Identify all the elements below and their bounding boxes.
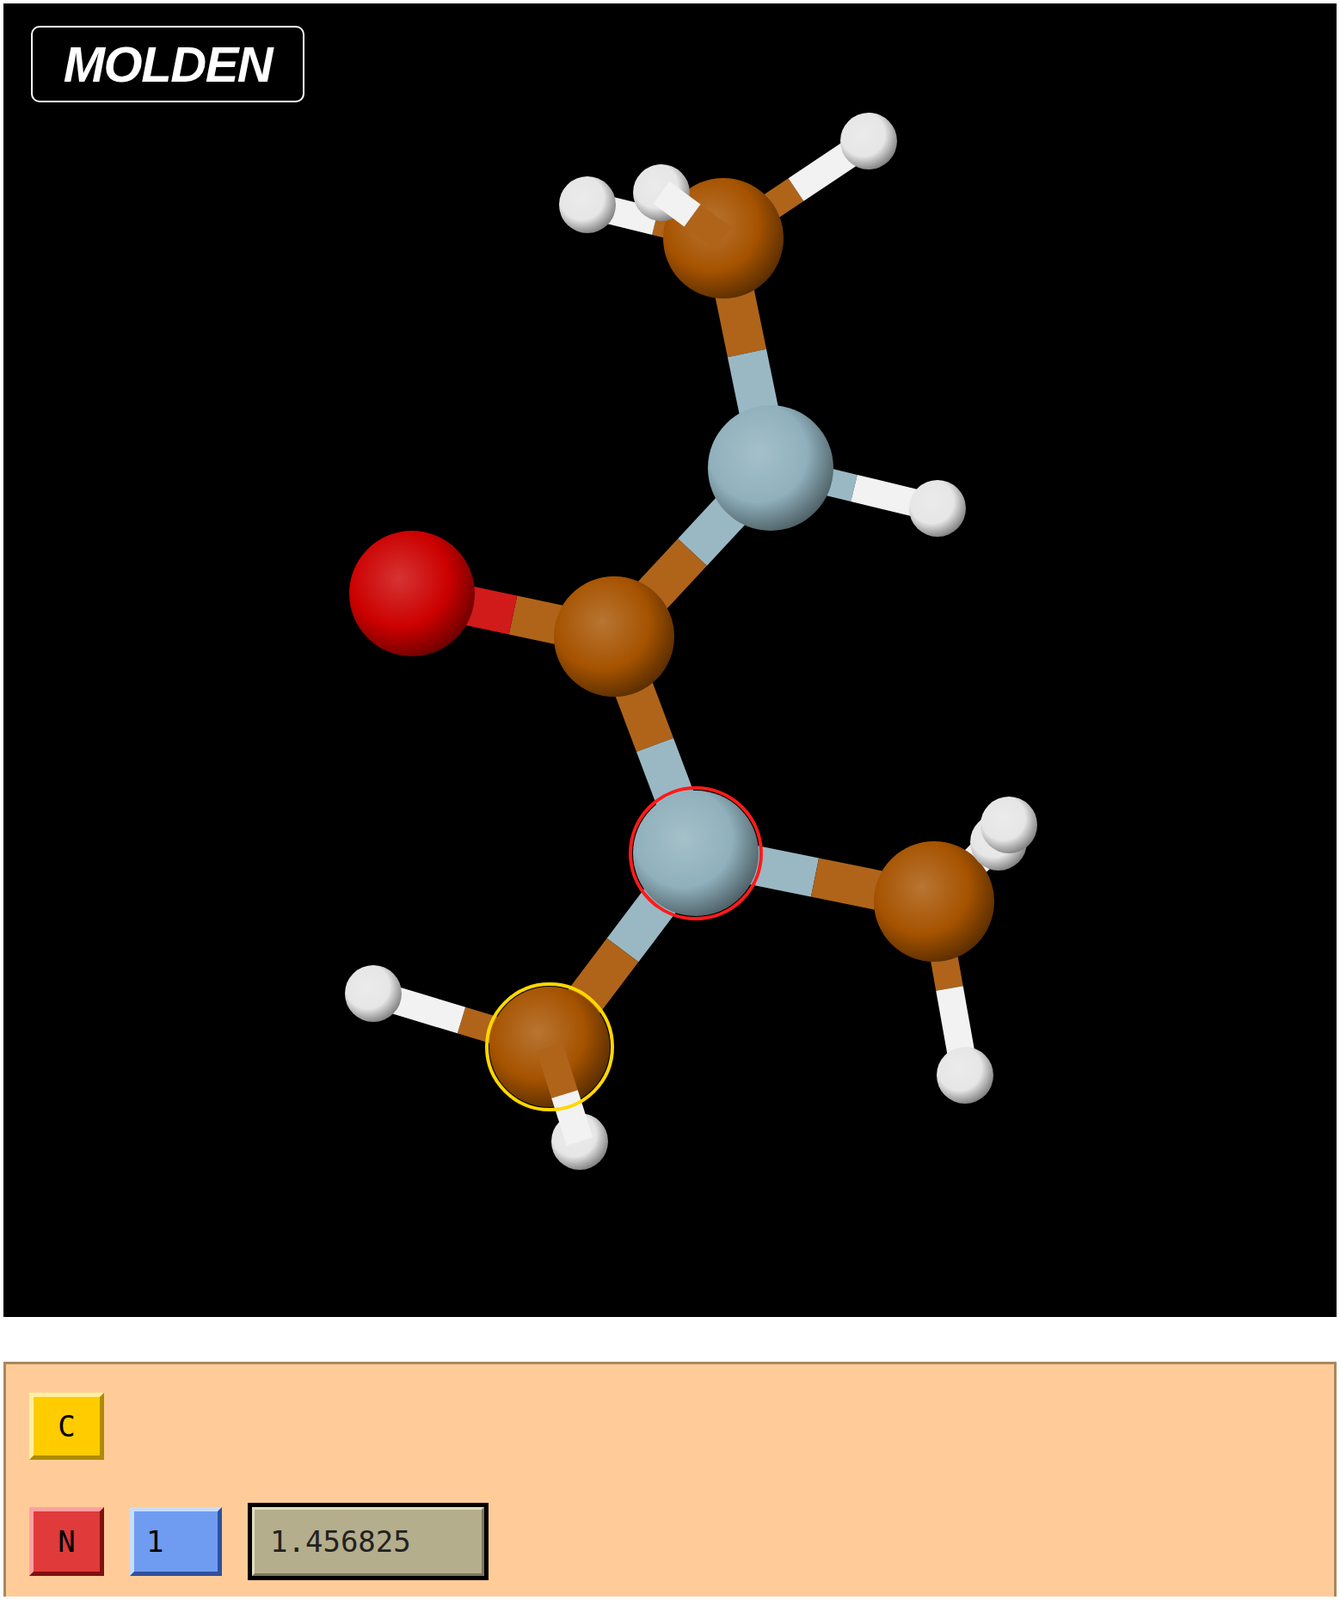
count-button[interactable]: 1: [129, 1506, 222, 1576]
bond: [661, 192, 693, 216]
selection-ring: [630, 787, 762, 919]
selection-ring: [486, 983, 613, 1110]
atom[interactable]: [349, 530, 475, 657]
atom[interactable]: [980, 796, 1038, 854]
atom[interactable]: [707, 405, 834, 531]
atom[interactable]: [840, 112, 898, 170]
atom[interactable]: [489, 986, 610, 1107]
second-atom-button[interactable]: N: [29, 1506, 105, 1576]
atom[interactable]: [553, 576, 675, 697]
first-atom-button[interactable]: C: [29, 1392, 105, 1460]
molecule[interactable]: [3, 3, 1337, 1317]
control-panel: C N 1 1.456825: [3, 1361, 1337, 1597]
molden-logo: MOLDEN: [30, 25, 305, 103]
atom[interactable]: [344, 965, 402, 1022]
atom[interactable]: [936, 1046, 994, 1104]
atom[interactable]: [559, 176, 616, 234]
atom[interactable]: [909, 479, 966, 537]
logo-text: MOLDEN: [63, 39, 273, 90]
bond: [692, 215, 724, 240]
molecule-view[interactable]: MOLDEN: [3, 3, 1337, 1317]
bond: [549, 1046, 566, 1095]
atom[interactable]: [633, 790, 759, 916]
distance-field[interactable]: 1.456825: [247, 1502, 489, 1580]
